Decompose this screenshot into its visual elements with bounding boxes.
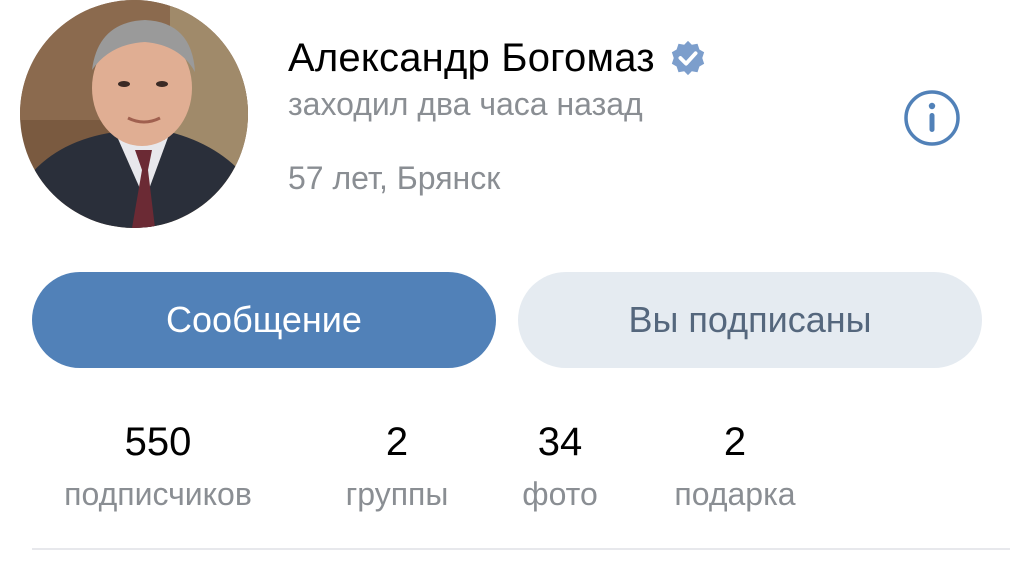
profile-avatar[interactable] [20,0,248,228]
stat-followers[interactable]: 550 подписчиков [40,418,276,514]
stat-label: фото [522,476,598,512]
profile-name: Александр Богомаз [288,35,655,80]
message-button[interactable]: Сообщение [32,272,496,368]
stat-label: подарка [674,476,796,512]
section-divider [32,548,1010,550]
stat-value: 2 [385,420,409,464]
stat-value: 34 [537,420,583,464]
info-icon[interactable] [902,88,962,148]
last-seen-status: заходил два часа назад [288,86,643,122]
stat-photos[interactable]: 34 фото [504,418,616,514]
stat-gifts[interactable]: 2 подарка [650,418,820,514]
age-location: 57 лет, Брянск [288,160,501,196]
verified-check-icon[interactable] [669,39,707,77]
stat-value: 2 [723,420,747,464]
stat-groups[interactable]: 2 группы [320,418,474,514]
stat-value: 550 [124,420,192,464]
subscribed-button[interactable]: Вы подписаны [518,272,982,368]
profile-name-row: Александр Богомаз [288,32,707,84]
avatar-photo [20,0,248,228]
stat-label: подписчиков [64,476,252,512]
stat-label: группы [345,476,449,512]
